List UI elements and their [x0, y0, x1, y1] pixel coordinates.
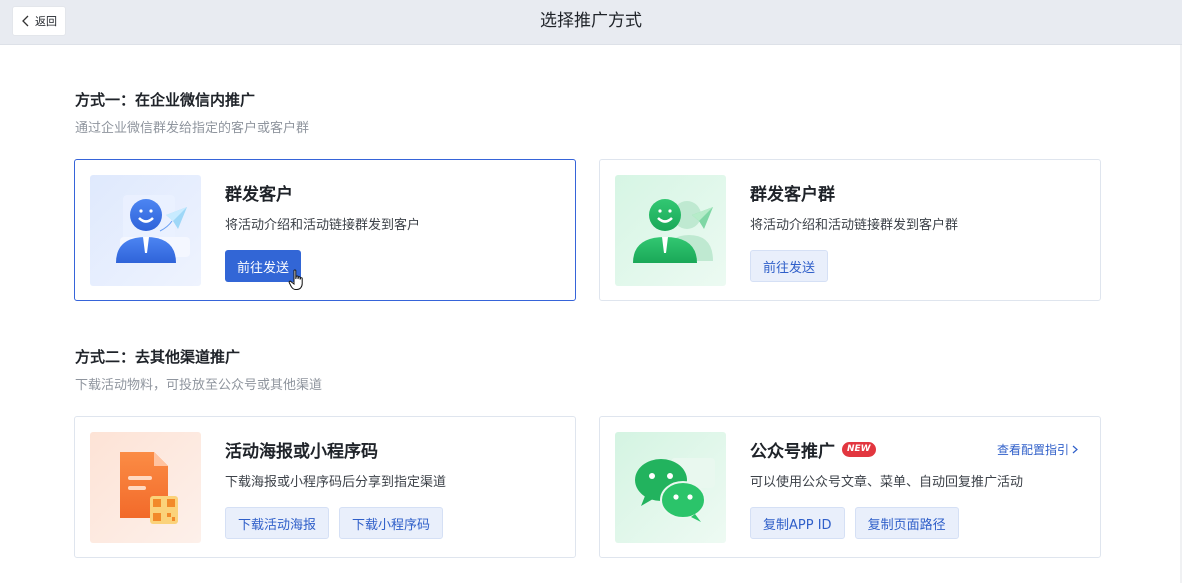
download-poster-button[interactable]: 下载活动海报: [225, 507, 330, 539]
card-title: 活动海报或小程序码: [225, 442, 378, 462]
card-title: 公众号推广: [750, 442, 835, 462]
view-config-guide-link[interactable]: 查看配置指引: [997, 441, 1078, 458]
card-poster-qrcode[interactable]: 活动海报或小程序码 下载海报或小程序码后分享到指定渠道 下载活动海报 下载小程序…: [74, 416, 576, 558]
card-description: 下载海报或小程序码后分享到指定渠道: [225, 475, 447, 490]
section2-subtitle: 下载活动物料，可投放至公众号或其他渠道: [75, 378, 323, 393]
new-badge: NEW: [842, 442, 876, 457]
document-qrcode-illustration: [90, 432, 201, 543]
card-mass-send-customers[interactable]: 群发客户 将活动介绍和活动链接群发到客户 前往发送: [74, 159, 576, 301]
section2-title: 方式二：去其他渠道推广: [75, 348, 241, 366]
card-title-row: 公众号推广 NEW: [750, 437, 876, 462]
card-official-account[interactable]: 公众号推广 NEW 查看配置指引 可以使用公众号文章、菜单、自动回复推广活动 复…: [599, 416, 1101, 558]
group-send-illustration: [615, 175, 726, 286]
page-title: 选择推广方式: [540, 11, 642, 31]
top-bar: 返回 选择推广方式: [0, 0, 1182, 45]
card-title: 群发客户: [225, 185, 293, 205]
wechat-illustration: [615, 432, 726, 543]
download-qrcode-button[interactable]: 下载小程序码: [339, 507, 444, 539]
copy-page-path-button[interactable]: 复制页面路径: [854, 507, 959, 539]
go-send-button[interactable]: 前往发送: [750, 250, 829, 282]
card-description: 可以使用公众号文章、菜单、自动回复推广活动: [750, 475, 1024, 490]
card-description: 将活动介绍和活动链接群发到客户: [225, 218, 421, 233]
person-send-illustration: [90, 175, 201, 286]
card-mass-send-groups[interactable]: 群发客户群 将活动介绍和活动链接群发到客户群 前往发送: [599, 159, 1101, 301]
go-send-button[interactable]: 前往发送: [225, 250, 302, 282]
link-label: 查看配置指引: [996, 443, 1069, 457]
copy-app-id-button[interactable]: 复制APP ID: [750, 507, 845, 539]
card-description: 将活动介绍和活动链接群发到客户群: [750, 218, 959, 233]
chevron-right-icon: [1072, 445, 1078, 454]
card-title: 群发客户群: [750, 185, 835, 205]
section1-subtitle: 通过企业微信群发给指定的客户或客户群: [75, 121, 310, 136]
section1-title: 方式一：在企业微信内推广: [75, 91, 256, 109]
